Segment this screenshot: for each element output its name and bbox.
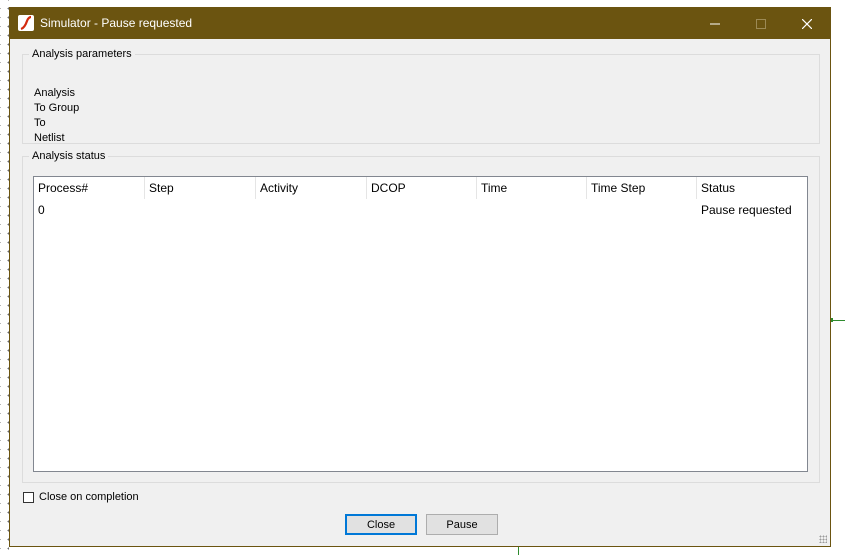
column-header-time-step[interactable]: Time Step <box>587 177 697 199</box>
resize-grip[interactable] <box>819 535 827 543</box>
close-icon <box>802 18 812 29</box>
cell-step <box>145 200 149 220</box>
analysis-parameters-group: Analysis parameters Analysis To Group To… <box>22 48 820 144</box>
title-bar[interactable]: Simulator - Pause requested <box>10 8 830 39</box>
param-to: To <box>34 117 46 129</box>
analysis-parameters-legend: Analysis parameters <box>32 48 132 60</box>
close-on-completion-option[interactable]: Close on completion <box>23 491 139 503</box>
cell-status: Pause requested <box>701 203 792 217</box>
window-title: Simulator - Pause requested <box>40 16 193 30</box>
column-header-activity[interactable]: Activity <box>256 177 367 199</box>
column-header-time[interactable]: Time <box>477 177 587 199</box>
close-on-completion-checkbox[interactable] <box>23 491 34 503</box>
schematic-wire <box>832 320 845 321</box>
cell-activity <box>256 200 260 220</box>
close-window-button[interactable] <box>784 8 830 39</box>
param-analysis: Analysis <box>34 87 75 99</box>
list-item[interactable]: 0 Pause requested <box>34 200 807 220</box>
analysis-status-legend: Analysis status <box>32 150 106 162</box>
cell-time-step <box>587 200 591 220</box>
cell-time <box>477 200 481 220</box>
close-button[interactable]: Close <box>345 514 417 535</box>
cell-dcop <box>367 200 371 220</box>
column-header-status[interactable]: Status <box>697 177 807 199</box>
close-on-completion-label[interactable]: Close on completion <box>39 491 139 503</box>
column-header-dcop[interactable]: DCOP <box>367 177 477 199</box>
list-header: Process# Step Activity DCOP Time Time St… <box>34 177 807 199</box>
pause-button[interactable]: Pause <box>426 514 498 535</box>
minimize-button[interactable] <box>692 8 738 39</box>
schematic-grid-dots <box>0 0 9 555</box>
ltspice-icon <box>18 15 34 31</box>
column-header-process[interactable]: Process# <box>34 177 145 199</box>
analysis-status-list[interactable]: Process# Step Activity DCOP Time Time St… <box>33 176 808 472</box>
maximize-icon <box>756 18 766 29</box>
simulator-dialog: Simulator - Pause requested Analysis par… <box>9 7 831 547</box>
cell-process: 0 <box>38 203 45 217</box>
param-to-group: To Group <box>34 102 80 114</box>
schematic-wire <box>518 546 519 555</box>
param-netlist: Netlist <box>34 132 65 144</box>
column-header-step[interactable]: Step <box>145 177 256 199</box>
minimize-icon <box>710 23 720 24</box>
maximize-button[interactable] <box>738 8 784 39</box>
